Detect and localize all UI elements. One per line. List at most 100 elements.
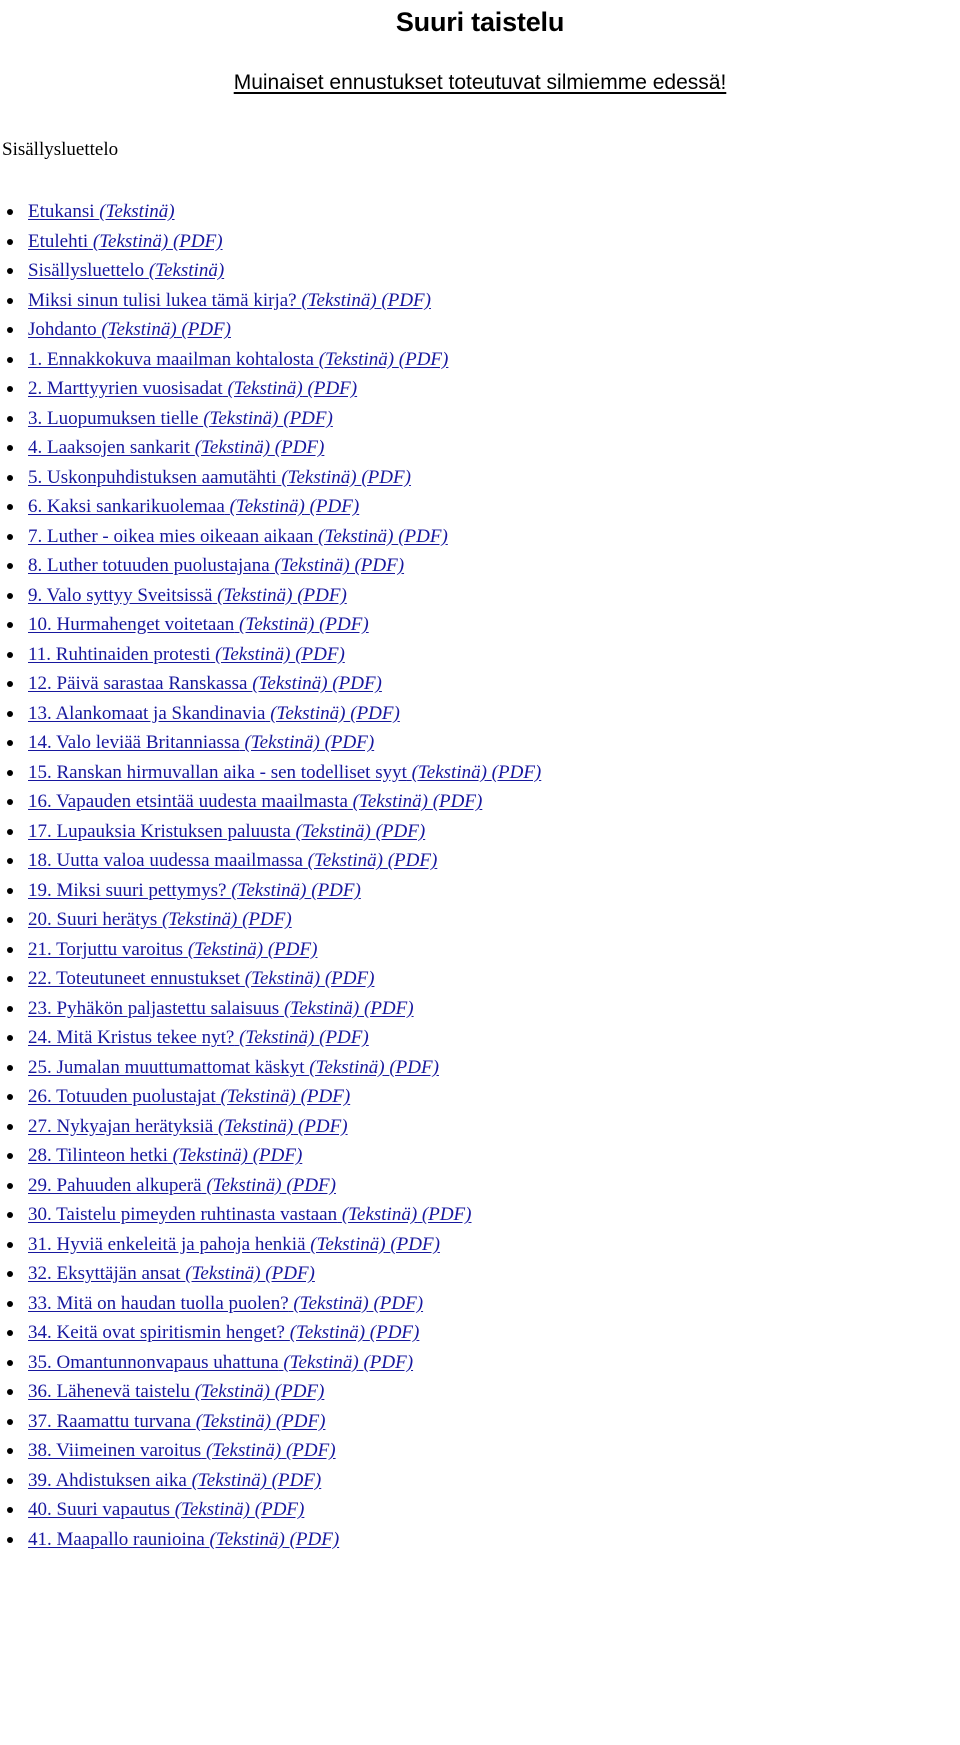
toc-entry-link[interactable]: 38. Viimeinen varoitus (Tekstinä) (PDF): [28, 1440, 336, 1461]
toc-entry-text-format[interactable]: (Tekstinä): [245, 732, 320, 753]
toc-entry-text-format[interactable]: (Tekstinä): [296, 821, 371, 842]
toc-entry-pdf-format[interactable]: (PDF): [325, 968, 375, 989]
toc-entry-text-format[interactable]: (Tekstinä): [192, 1470, 267, 1491]
toc-entry-pdf-format[interactable]: (PDF): [354, 555, 404, 576]
toc-entry-link[interactable]: Etukansi (Tekstinä): [28, 201, 175, 222]
toc-entry-pdf-format[interactable]: (PDF): [298, 1116, 348, 1137]
toc-entry-link[interactable]: 19. Miksi suuri pettymys? (Tekstinä) (PD…: [28, 880, 361, 901]
toc-entry-pdf-format[interactable]: (PDF): [361, 467, 411, 488]
toc-entry-link[interactable]: 18. Uutta valoa uudessa maailmassa (Teks…: [28, 850, 437, 871]
toc-entry-link[interactable]: 41. Maapallo raunioina (Tekstinä) (PDF): [28, 1529, 339, 1550]
toc-entry-link[interactable]: 34. Keitä ovat spiritismin henget? (Teks…: [28, 1322, 419, 1343]
toc-entry-pdf-format[interactable]: (PDF): [364, 998, 414, 1019]
toc-entry-text-format[interactable]: (Tekstinä): [173, 1145, 248, 1166]
toc-entry-pdf-format[interactable]: (PDF): [376, 821, 426, 842]
toc-entry-text-format[interactable]: (Tekstinä): [101, 319, 176, 340]
toc-entry-pdf-format[interactable]: (PDF): [389, 1057, 439, 1078]
toc-entry-pdf-format[interactable]: (PDF): [275, 1381, 325, 1402]
toc-entry-text-format[interactable]: (Tekstinä): [188, 939, 263, 960]
toc-entry-pdf-format[interactable]: (PDF): [242, 909, 292, 930]
toc-entry-text-format[interactable]: (Tekstinä): [210, 1529, 285, 1550]
toc-entry-text-format[interactable]: (Tekstinä): [412, 762, 487, 783]
toc-entry-pdf-format[interactable]: (PDF): [399, 349, 449, 370]
toc-entry-pdf-format[interactable]: (PDF): [311, 880, 361, 901]
toc-entry-link[interactable]: 26. Totuuden puolustajat (Tekstinä) (PDF…: [28, 1086, 350, 1107]
toc-entry-text-format[interactable]: (Tekstinä): [217, 585, 292, 606]
toc-entry-pdf-format[interactable]: (PDF): [276, 1411, 326, 1432]
toc-entry-link[interactable]: 15. Ranskan hirmuvallan aika - sen todel…: [28, 762, 541, 783]
toc-entry-link[interactable]: 35. Omantunnonvapaus uhattuna (Tekstinä)…: [28, 1352, 413, 1373]
toc-entry-link[interactable]: 5. Uskonpuhdistuksen aamutähti (Tekstinä…: [28, 467, 411, 488]
toc-entry-pdf-format[interactable]: (PDF): [297, 585, 347, 606]
toc-entry-pdf-format[interactable]: (PDF): [301, 1086, 351, 1107]
toc-entry-link[interactable]: 13. Alankomaat ja Skandinavia (Tekstinä)…: [28, 703, 400, 724]
toc-entry-link[interactable]: 7. Luther - oikea mies oikeaan aikaan (T…: [28, 526, 448, 547]
toc-entry-link[interactable]: 36. Lähenevä taistelu (Tekstinä) (PDF): [28, 1381, 324, 1402]
toc-entry-pdf-format[interactable]: (PDF): [370, 1322, 420, 1343]
toc-entry-text-format[interactable]: (Tekstinä): [149, 260, 224, 281]
toc-entry-text-format[interactable]: (Tekstinä): [270, 703, 345, 724]
toc-entry-pdf-format[interactable]: (PDF): [286, 1440, 336, 1461]
toc-entry-text-format[interactable]: (Tekstinä): [206, 1440, 281, 1461]
toc-entry-link[interactable]: 21. Torjuttu varoitus (Tekstinä) (PDF): [28, 939, 317, 960]
toc-entry-link[interactable]: 24. Mitä Kristus tekee nyt? (Tekstinä) (…: [28, 1027, 369, 1048]
toc-entry-link[interactable]: 28. Tilinteon hetki (Tekstinä) (PDF): [28, 1145, 302, 1166]
toc-entry-link[interactable]: 25. Jumalan muuttumattomat käskyt (Tekst…: [28, 1057, 439, 1078]
toc-entry-link[interactable]: 17. Lupauksia Kristuksen paluusta (Tekst…: [28, 821, 425, 842]
toc-entry-pdf-format[interactable]: (PDF): [381, 290, 431, 311]
toc-entry-text-format[interactable]: (Tekstinä): [227, 378, 302, 399]
toc-entry-link[interactable]: 33. Mitä on haudan tuolla puolen? (Tekst…: [28, 1293, 423, 1314]
toc-entry-pdf-format[interactable]: (PDF): [253, 1145, 303, 1166]
toc-entry-pdf-format[interactable]: (PDF): [388, 850, 438, 871]
toc-entry-text-format[interactable]: (Tekstinä): [195, 437, 270, 458]
toc-entry-pdf-format[interactable]: (PDF): [308, 378, 358, 399]
toc-entry-link[interactable]: 27. Nykyajan herätyksiä (Tekstinä) (PDF): [28, 1116, 348, 1137]
toc-entry-pdf-format[interactable]: (PDF): [295, 644, 345, 665]
toc-entry-link[interactable]: Etulehti (Tekstinä) (PDF): [28, 231, 223, 252]
toc-entry-text-format[interactable]: (Tekstinä): [239, 1027, 314, 1048]
toc-entry-text-format[interactable]: (Tekstinä): [162, 909, 237, 930]
toc-entry-text-format[interactable]: (Tekstinä): [293, 1293, 368, 1314]
toc-entry-text-format[interactable]: (Tekstinä): [283, 1352, 358, 1373]
toc-entry-pdf-format[interactable]: (PDF): [350, 703, 400, 724]
toc-entry-text-format[interactable]: (Tekstinä): [290, 1322, 365, 1343]
toc-entry-link[interactable]: 1. Ennakkokuva maailman kohtalosta (Teks…: [28, 349, 448, 370]
toc-entry-link[interactable]: 30. Taistelu pimeyden ruhtinasta vastaan…: [28, 1204, 472, 1225]
toc-entry-text-format[interactable]: (Tekstinä): [342, 1204, 417, 1225]
toc-entry-link[interactable]: Sisällysluettelo (Tekstinä): [28, 260, 224, 281]
toc-entry-pdf-format[interactable]: (PDF): [286, 1175, 336, 1196]
toc-entry-pdf-format[interactable]: (PDF): [319, 1027, 369, 1048]
toc-entry-pdf-format[interactable]: (PDF): [373, 1293, 423, 1314]
toc-entry-text-format[interactable]: (Tekstinä): [310, 1234, 385, 1255]
toc-entry-text-format[interactable]: (Tekstinä): [99, 201, 174, 222]
toc-entry-text-format[interactable]: (Tekstinä): [221, 1086, 296, 1107]
toc-entry-link[interactable]: 16. Vapauden etsintää uudesta maailmasta…: [28, 791, 482, 812]
toc-entry-pdf-format[interactable]: (PDF): [422, 1204, 472, 1225]
toc-entry-pdf-format[interactable]: (PDF): [275, 437, 325, 458]
toc-entry-pdf-format[interactable]: (PDF): [325, 732, 375, 753]
toc-entry-pdf-format[interactable]: (PDF): [181, 319, 231, 340]
toc-entry-pdf-format[interactable]: (PDF): [398, 526, 448, 547]
toc-entry-link[interactable]: 32. Eksyttäjän ansat (Tekstinä) (PDF): [28, 1263, 315, 1284]
toc-entry-pdf-format[interactable]: (PDF): [173, 231, 223, 252]
toc-entry-link[interactable]: 37. Raamattu turvana (Tekstinä) (PDF): [28, 1411, 325, 1432]
toc-entry-text-format[interactable]: (Tekstinä): [319, 349, 394, 370]
toc-entry-text-format[interactable]: (Tekstinä): [231, 880, 306, 901]
toc-entry-pdf-format[interactable]: (PDF): [390, 1234, 440, 1255]
toc-entry-link[interactable]: Johdanto (Tekstinä) (PDF): [28, 319, 231, 340]
toc-entry-link[interactable]: 40. Suuri vapautus (Tekstinä) (PDF): [28, 1499, 304, 1520]
toc-entry-link[interactable]: 2. Marttyyrien vuosisadat (Tekstinä) (PD…: [28, 378, 357, 399]
toc-entry-text-format[interactable]: (Tekstinä): [309, 1057, 384, 1078]
toc-entry-text-format[interactable]: (Tekstinä): [175, 1499, 250, 1520]
toc-entry-pdf-format[interactable]: (PDF): [319, 614, 369, 635]
toc-entry-link[interactable]: 14. Valo leviää Britanniassa (Tekstinä) …: [28, 732, 374, 753]
toc-entry-link[interactable]: 10. Hurmahenget voitetaan (Tekstinä) (PD…: [28, 614, 369, 635]
toc-entry-link[interactable]: Miksi sinun tulisi lukea tämä kirja? (Te…: [28, 290, 431, 311]
toc-entry-text-format[interactable]: (Tekstinä): [215, 644, 290, 665]
toc-entry-pdf-format[interactable]: (PDF): [332, 673, 382, 694]
toc-entry-pdf-format[interactable]: (PDF): [363, 1352, 413, 1373]
toc-entry-pdf-format[interactable]: (PDF): [265, 1263, 315, 1284]
toc-entry-link[interactable]: 22. Toteutuneet ennustukset (Tekstinä) (…: [28, 968, 374, 989]
toc-entry-text-format[interactable]: (Tekstinä): [185, 1263, 260, 1284]
toc-entry-link[interactable]: 6. Kaksi sankarikuolemaa (Tekstinä) (PDF…: [28, 496, 359, 517]
